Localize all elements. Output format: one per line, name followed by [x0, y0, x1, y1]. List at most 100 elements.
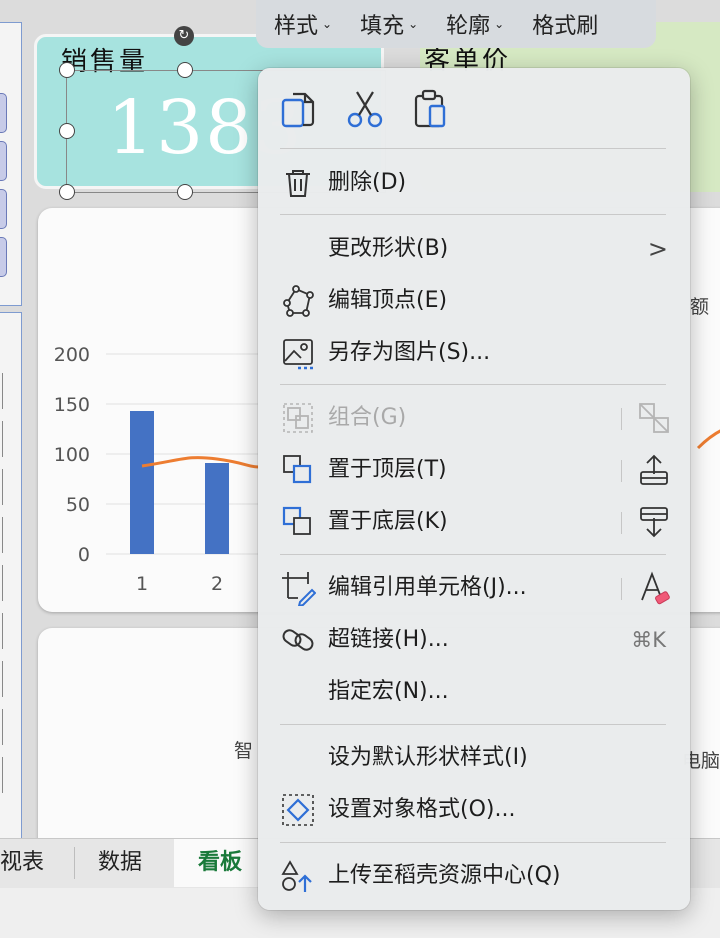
- side-text-left: 智: [234, 740, 254, 762]
- menu-separator: [280, 554, 666, 555]
- y-tick-label: 150: [54, 394, 90, 416]
- side-button[interactable]: [0, 141, 7, 181]
- left-panel-bottom: [0, 312, 22, 840]
- menu-separator: [280, 724, 666, 725]
- menu-item-label: 另存为图片(S)...: [328, 340, 491, 365]
- menu-separator: [280, 214, 666, 215]
- resize-handle[interactable]: [59, 123, 75, 139]
- bring-front-icon: [283, 455, 312, 484]
- menu-item-label: 指定宏(N)...: [328, 679, 449, 704]
- bring-forward-icon[interactable]: [636, 452, 672, 488]
- menu-separator: [280, 842, 666, 843]
- y-tick-label: 200: [54, 344, 90, 366]
- resize-handle[interactable]: [59, 184, 75, 200]
- menu-item-upload[interactable]: 上传至稻壳资源中心(Q): [258, 852, 690, 900]
- menu-item-send-to-back[interactable]: 置于底层(K): [258, 498, 690, 546]
- side-button[interactable]: [0, 93, 7, 133]
- menu-item-assign-macro[interactable]: 指定宏(N)...: [258, 668, 690, 716]
- clear-format-icon[interactable]: [636, 570, 672, 606]
- cell-ref-edit-icon: [282, 572, 316, 606]
- chevron-down-icon: ⌄: [408, 17, 419, 31]
- menu-item-label: 上传至稻壳资源中心(Q): [328, 863, 561, 888]
- y-tick-label: 0: [78, 544, 90, 566]
- cell[interactable]: [0, 661, 3, 697]
- cell[interactable]: [0, 757, 3, 793]
- style-label: 样式: [274, 14, 319, 39]
- bar: [205, 463, 229, 554]
- paste-icon[interactable]: [408, 86, 454, 132]
- menu-item-bring-to-front[interactable]: 置于顶层(T): [258, 446, 690, 494]
- menu-item-label: 编辑顶点(E): [328, 288, 448, 313]
- ungroup-icon[interactable]: [636, 400, 672, 436]
- link-icon: [282, 629, 314, 651]
- trend-line-right: [696, 429, 720, 450]
- fill-dropdown[interactable]: 填充 ⌄: [360, 8, 418, 40]
- tab-pivot[interactable]: 视表: [0, 839, 68, 887]
- menu-item-label: 设为默认形状样式(I): [328, 745, 528, 770]
- side-button[interactable]: [0, 189, 7, 229]
- menu-item-label: 置于顶层(T): [328, 457, 447, 482]
- menu-item-edit-ref-cell[interactable]: 编辑引用单元格(J)...: [258, 564, 690, 612]
- vertex-edit-icon: [283, 285, 314, 317]
- format-ribbon: 样式 ⌄ 填充 ⌄ 轮廓 ⌄ 格式刷: [256, 0, 656, 48]
- copy-icon[interactable]: [276, 86, 322, 132]
- menu-item-label: 超链接(H)...: [328, 627, 449, 652]
- menu-divider: [621, 578, 622, 600]
- upload-shapes-icon: [281, 860, 312, 892]
- scissors-icon[interactable]: [342, 86, 388, 132]
- menu-separator: [280, 384, 666, 385]
- menu-item-edit-vertices[interactable]: 编辑顶点(E): [258, 277, 690, 325]
- cell[interactable]: [0, 373, 3, 409]
- menu-item-format-object[interactable]: 设置对象格式(O)...: [258, 786, 690, 834]
- x-tick-label: 1: [136, 573, 148, 595]
- format-painter-button[interactable]: 格式刷: [532, 8, 598, 40]
- menu-item-label: 设置对象格式(O)...: [328, 797, 516, 822]
- left-panel-top: [0, 22, 22, 306]
- menu-item-set-default-style[interactable]: 设为默认形状样式(I): [258, 734, 690, 782]
- cell[interactable]: [0, 421, 3, 457]
- trash-icon: [286, 170, 310, 197]
- menu-item-delete[interactable]: 删除(D): [258, 159, 690, 207]
- format-painter-label: 格式刷: [532, 14, 599, 39]
- cell[interactable]: [0, 613, 3, 649]
- outline-label: 轮廓: [446, 14, 491, 39]
- format-object-icon: [282, 794, 314, 826]
- cell[interactable]: [0, 709, 3, 745]
- shortcut-label: ⌘K: [631, 628, 666, 652]
- bars: [130, 411, 229, 554]
- outline-dropdown[interactable]: 轮廓 ⌄: [446, 8, 504, 40]
- tab-dashboard[interactable]: 看板: [174, 839, 267, 887]
- menu-item-group[interactable]: 组合(G): [258, 394, 690, 442]
- menu-separator: [280, 148, 666, 149]
- menu-item-change-shape[interactable]: 更改形状(B) >: [258, 225, 690, 273]
- resize-handle[interactable]: [177, 184, 193, 200]
- x-tick-labels: 12: [136, 573, 223, 595]
- x-tick-label: 2: [211, 573, 223, 595]
- menu-item-label: 组合(G): [328, 405, 407, 430]
- chevron-right-icon: >: [647, 235, 668, 263]
- style-dropdown[interactable]: 样式 ⌄: [274, 8, 332, 40]
- menu-item-save-as-image[interactable]: 另存为图片(S)...: [258, 329, 690, 377]
- chevron-down-icon: ⌄: [322, 17, 333, 31]
- group-icon: [283, 403, 313, 433]
- cell[interactable]: [0, 517, 3, 553]
- menu-divider: [621, 460, 622, 482]
- bar: [130, 411, 154, 554]
- cell[interactable]: [0, 469, 3, 505]
- cell[interactable]: [0, 565, 3, 601]
- rotate-icon[interactable]: ↻: [174, 26, 194, 46]
- resize-handle[interactable]: [59, 62, 75, 78]
- side-text-right: 额: [690, 296, 710, 318]
- menu-item-label: 编辑引用单元格(J)...: [328, 575, 527, 600]
- y-tick-label: 50: [66, 494, 90, 516]
- context-menu: 删除(D) 更改形状(B) > 编辑顶点(E) 另存为图片(S)... 组合(G…: [258, 68, 690, 910]
- side-button[interactable]: [0, 237, 7, 277]
- menu-divider: [621, 408, 622, 430]
- resize-handle[interactable]: [177, 62, 193, 78]
- y-tick-label: 100: [54, 444, 90, 466]
- tab-data[interactable]: 数据: [74, 839, 166, 887]
- menu-item-hyperlink[interactable]: 超链接(H)... ⌘K: [258, 616, 690, 664]
- send-backward-icon[interactable]: [636, 504, 672, 540]
- menu-item-label: 置于底层(K): [328, 509, 448, 534]
- menu-item-label: 更改形状(B): [328, 236, 449, 261]
